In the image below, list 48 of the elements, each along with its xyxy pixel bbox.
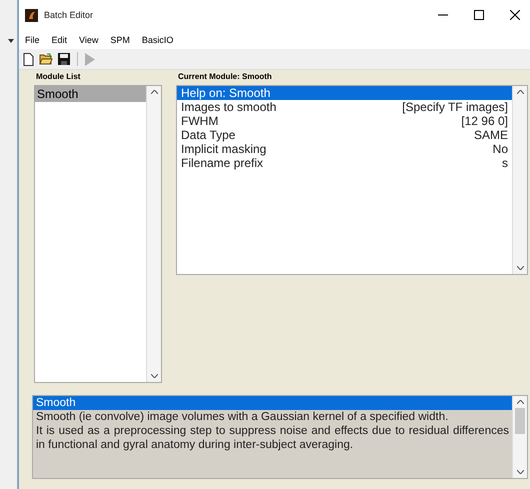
app-icon — [25, 8, 38, 22]
menu-item[interactable]: SPM — [110, 34, 130, 44]
scroll-down-icon[interactable] — [150, 374, 158, 378]
setting-value: [12 96 0] — [461, 114, 508, 128]
setting-label: Data Type — [181, 128, 236, 142]
window-title: Batch Editor — [44, 10, 94, 20]
menu-item[interactable]: File — [25, 34, 40, 44]
scroll-down-icon[interactable] — [516, 266, 524, 270]
setting-value: SAME — [474, 128, 508, 142]
setting-label: Implicit masking — [181, 142, 266, 156]
setting-row[interactable]: Data Type SAME — [177, 128, 512, 142]
setting-row[interactable]: Filename prefix s — [177, 156, 512, 170]
setting-label: Filename prefix — [181, 156, 264, 170]
scroll-thumb[interactable] — [515, 408, 525, 434]
scrollbar[interactable] — [512, 396, 527, 478]
scrollbar[interactable] — [512, 86, 527, 274]
module-settings-list[interactable]: Help on: Smooth Images to smooth [Specify TF images] FWHM [12 96 0] Data Type SAME Implicit masking No Filename prefix s — [176, 85, 528, 275]
caret-icon — [8, 39, 14, 43]
new-document-icon[interactable] — [23, 52, 34, 66]
setting-label: Help on: Smooth — [181, 86, 270, 100]
scroll-up-icon[interactable] — [516, 90, 524, 94]
panel-heading: Module List — [35, 72, 82, 83]
maximize-icon[interactable] — [474, 10, 484, 20]
panel-heading: Current Module: Smooth — [177, 72, 273, 83]
help-text-box[interactable] — [32, 395, 528, 479]
folder-icon[interactable] — [39, 53, 53, 65]
setting-row[interactable]: Implicit masking No — [177, 142, 512, 156]
setting-value: s — [502, 156, 508, 170]
close-icon[interactable] — [510, 10, 520, 20]
menu-item[interactable]: BasicIO — [142, 34, 174, 44]
scrollbar[interactable] — [146, 86, 161, 382]
save-icon[interactable] — [58, 53, 70, 65]
module-list[interactable]: Smooth — [34, 85, 162, 383]
setting-value: [Specify TF images] — [402, 100, 508, 114]
setting-row[interactable]: Help on: Smooth — [177, 86, 512, 100]
setting-label: FWHM — [181, 114, 218, 128]
setting-label: Images to smooth — [181, 100, 276, 114]
help-line: Smooth (ie convolve) image volumes with a Gaussian kernel of a specified width. — [35, 410, 450, 424]
scroll-up-icon[interactable] — [150, 90, 158, 94]
setting-row[interactable]: FWHM [12 96 0] — [177, 114, 512, 128]
help-line: It is used as a preprocessing step to suppress noise and effects due to residual differences in functional and gyral anatomy during inter-subject averaging. — [35, 424, 510, 452]
setting-row[interactable]: Images to smooth [Specify TF images] — [177, 100, 512, 114]
menu-item[interactable]: View — [79, 34, 98, 44]
scroll-down-icon[interactable] — [516, 470, 524, 474]
menu-item[interactable]: Edit — [52, 34, 68, 44]
setting-value: No — [492, 142, 508, 156]
module-item[interactable]: Smooth — [35, 86, 146, 102]
scroll-up-icon[interactable] — [516, 400, 524, 404]
